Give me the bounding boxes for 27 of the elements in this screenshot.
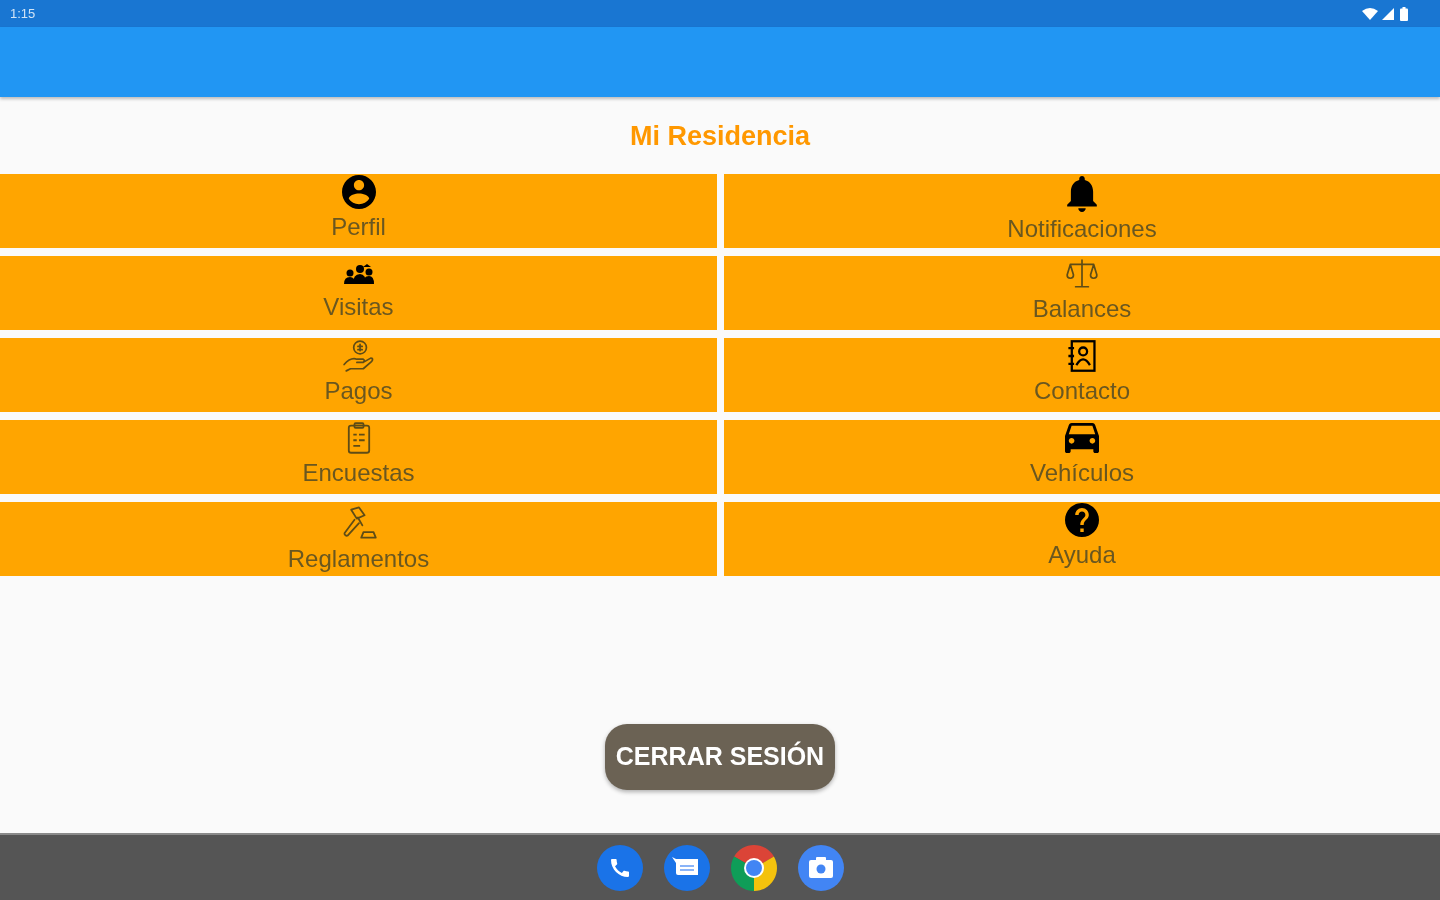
- menu-tile[interactable]: Encuestas: [0, 420, 717, 494]
- signal-icon: [1382, 7, 1394, 20]
- wifi-icon: [1362, 7, 1378, 20]
- message-icon[interactable]: [663, 844, 710, 891]
- people-group-icon: [342, 263, 375, 285]
- battery-icon: [1400, 6, 1408, 21]
- menu-tile[interactable]: Reglamentos: [0, 502, 717, 576]
- menu-tile[interactable]: Balances: [724, 256, 1440, 330]
- help-icon: [1065, 503, 1099, 537]
- app-title: Mi Residencia: [629, 120, 811, 154]
- menu-tile[interactable]: Visitas: [0, 256, 717, 330]
- car-icon: [1065, 421, 1099, 455]
- phone-icon[interactable]: [596, 844, 643, 891]
- scales-icon: [1065, 257, 1099, 291]
- menu-tile[interactable]: Pagos: [0, 338, 717, 412]
- bell-icon: [1064, 175, 1100, 213]
- camera-icon[interactable]: [797, 844, 844, 891]
- menu-tile[interactable]: Perfil: [0, 174, 717, 248]
- status-bar-time: 1:15: [10, 4, 36, 23]
- menu-tile[interactable]: Contacto: [724, 338, 1440, 412]
- browser-icon[interactable]: [730, 844, 777, 891]
- menu-tile[interactable]: Vehículos: [724, 420, 1440, 494]
- menu-tile[interactable]: Ayuda: [724, 502, 1440, 576]
- menu-tile[interactable]: Notificaciones: [724, 174, 1440, 248]
- hand-coin-icon: [341, 339, 376, 373]
- contact-book-icon: [1066, 339, 1098, 373]
- logout-button[interactable]: CERRAR SESIÓN: [605, 724, 835, 790]
